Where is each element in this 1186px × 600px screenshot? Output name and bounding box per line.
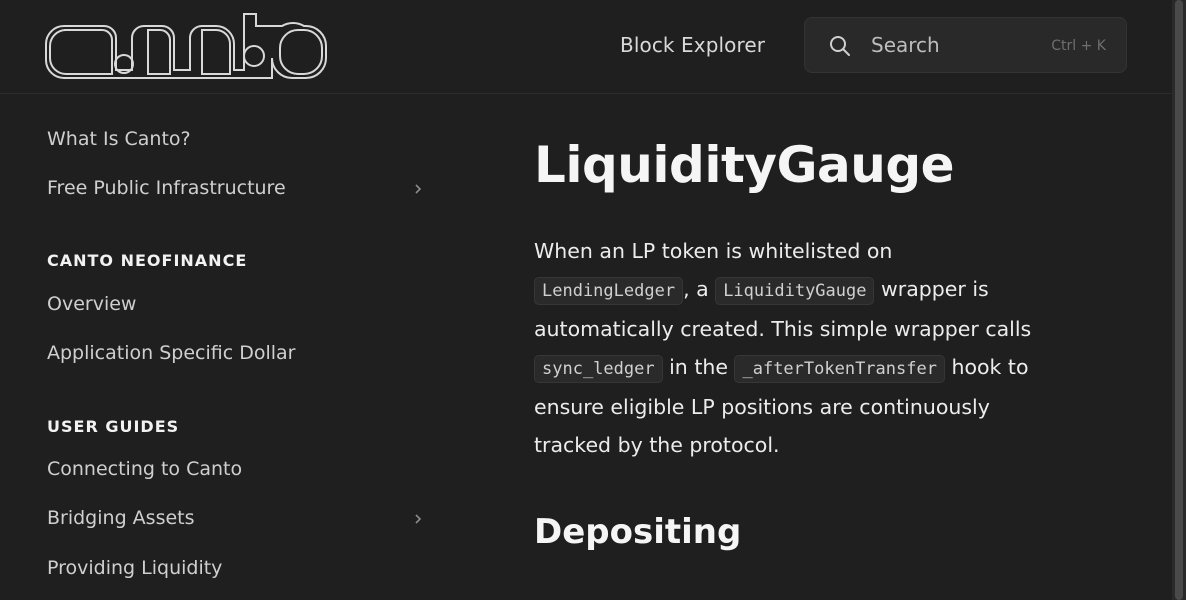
code-lendingledger: LendingLedger bbox=[534, 277, 684, 305]
chevron-right-icon[interactable] bbox=[412, 183, 424, 195]
code-liquiditygauge: LiquidityGauge bbox=[715, 277, 875, 305]
sidebar-heading-canto-neofinance: CANTO NEOFINANCE bbox=[47, 251, 248, 270]
intro-text: , a bbox=[683, 277, 716, 301]
sidebar-nav: What Is Canto? Free Public Infrastructur… bbox=[0, 94, 440, 600]
code-sync-ledger: sync_ledger bbox=[534, 355, 663, 383]
sidebar-item-providing-liquidity[interactable]: Providing Liquidity bbox=[47, 557, 222, 579]
sidebar-item-what-is-canto[interactable]: What Is Canto? bbox=[47, 128, 191, 150]
search-box[interactable]: Search Ctrl + K bbox=[804, 17, 1127, 73]
page-title: LiquidityGauge bbox=[534, 136, 955, 194]
section-heading-depositing: Depositing bbox=[534, 512, 742, 552]
intro-paragraph: When an LP token is whitelisted on Lendi… bbox=[534, 232, 1054, 464]
intro-text: When an LP token is whitelisted on bbox=[534, 239, 893, 263]
sidebar-item-application-specific-dollar[interactable]: Application Specific Dollar bbox=[47, 342, 295, 364]
top-header: Block Explorer Search Ctrl + K bbox=[0, 0, 1172, 94]
block-explorer-link[interactable]: Block Explorer bbox=[620, 33, 765, 57]
sidebar-item-connecting-to-canto[interactable]: Connecting to Canto bbox=[47, 458, 242, 480]
chevron-right-icon[interactable] bbox=[412, 513, 424, 525]
search-icon bbox=[830, 36, 850, 56]
sidebar-item-overview[interactable]: Overview bbox=[47, 293, 136, 315]
sidebar-item-bridging-assets[interactable]: Bridging Assets bbox=[47, 507, 195, 529]
sidebar-item-free-public-infrastructure[interactable]: Free Public Infrastructure bbox=[47, 177, 286, 199]
search-placeholder: Search bbox=[871, 33, 940, 57]
intro-text: in the bbox=[662, 355, 735, 379]
code-after-token-transfer: _afterTokenTransfer bbox=[734, 355, 945, 383]
canto-logo[interactable] bbox=[44, 12, 328, 82]
scrollbar-thumb[interactable] bbox=[1175, 0, 1183, 600]
search-shortcut: Ctrl + K bbox=[1051, 38, 1106, 54]
sidebar-heading-user-guides: USER GUIDES bbox=[47, 417, 180, 436]
page-scrollbar[interactable] bbox=[1172, 0, 1186, 600]
